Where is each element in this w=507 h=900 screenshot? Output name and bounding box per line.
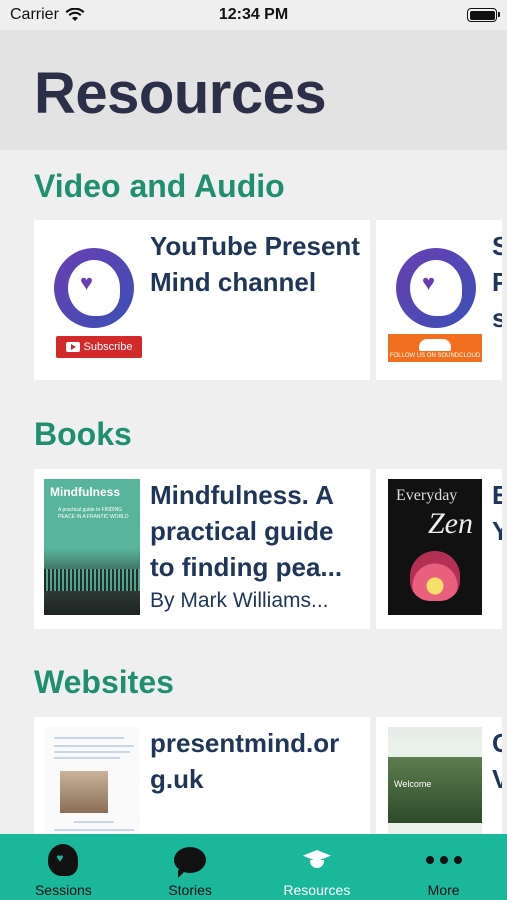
battery-icon: [467, 8, 500, 22]
soundcloud-badge-label: FOLLOW US ON SOUNDCLOUD: [389, 353, 481, 359]
tab-more-label: More: [427, 882, 460, 898]
book-cover-everyday-zen: Everyday Zen: [388, 479, 482, 615]
subscribe-label: Subscribe: [83, 341, 133, 353]
soundcloud-icon: [419, 339, 451, 351]
youtube-card[interactable]: ♥ Subscribe YouTube Present Mind channel: [34, 220, 370, 380]
forest-welcome-text: Welcome: [394, 779, 432, 789]
tab-sessions-label: Sessions: [34, 882, 92, 898]
clock: 12:34 PM: [218, 6, 289, 23]
book-card-everyday-zen[interactable]: Everyday Zen E Y: [376, 469, 502, 629]
graduation-cap-icon: [301, 848, 333, 872]
present-mind-logo-icon: ♥: [396, 248, 476, 328]
chat-bubble-icon: [174, 847, 207, 878]
second-website-title: C V: [492, 728, 502, 794]
tab-stories[interactable]: Stories: [127, 834, 254, 900]
zen-cover-line1: Everyday: [396, 487, 458, 504]
page-header: Resources: [0, 30, 507, 150]
books-row[interactable]: Mindfulness A practical guide to FINDING…: [34, 469, 502, 629]
book-author: By Mark Williams...: [150, 589, 329, 612]
soundcloud-thumbnail: ♥ FOLLOW US ON SOUNDCLOUD: [388, 230, 482, 366]
book-title: Mindfulness. A practical guide to findin…: [150, 480, 343, 582]
book-cover-mindfulness: Mindfulness A practical guide to FINDING…: [44, 479, 140, 615]
book-cover-title: Mindfulness: [50, 485, 121, 499]
soundcloud-card-title: S P s: [492, 231, 502, 333]
youtube-play-icon: [65, 342, 80, 352]
tab-sessions[interactable]: ♥ Sessions: [0, 834, 127, 900]
tab-stories-label: Stories: [168, 882, 212, 898]
website-title: presentmind.org.uk: [150, 728, 340, 794]
tab-resources-label: Resources: [283, 882, 351, 898]
youtube-thumbnail: ♥ Subscribe: [44, 230, 142, 366]
team-photo-icon: [60, 771, 108, 813]
book-card-mindfulness[interactable]: Mindfulness A practical guide to FINDING…: [34, 469, 370, 629]
youtube-card-title: YouTube Present Mind channel: [150, 231, 360, 297]
head-heart-icon: ♥: [48, 844, 79, 876]
book-cover-subtitle: A practical guide to FINDING PEACE IN A …: [58, 507, 129, 520]
youtube-subscribe-badge: Subscribe: [56, 336, 142, 358]
soundcloud-badge: FOLLOW US ON SOUNDCLOUD: [388, 334, 482, 362]
lotus-icon: [410, 551, 460, 601]
page-title: Resources: [34, 61, 327, 126]
soundcloud-card[interactable]: ♥ FOLLOW US ON SOUNDCLOUD S P s: [376, 220, 502, 380]
status-bar: Carrier 12:34 PM: [0, 0, 507, 30]
more-dots-icon: [425, 856, 462, 864]
zen-card-title: E Y: [492, 480, 502, 546]
zen-cover-line2: Zen: [428, 507, 473, 540]
section-title-books: Books: [34, 416, 132, 452]
video-audio-row[interactable]: ♥ Subscribe YouTube Present Mind channel…: [34, 220, 502, 380]
tab-bar: ♥ Sessions Stories Resources More: [0, 834, 507, 900]
tab-resources[interactable]: Resources: [254, 834, 381, 900]
present-mind-logo-icon: ♥: [54, 248, 134, 328]
section-title-video-audio: Video and Audio: [34, 168, 285, 204]
tab-more[interactable]: More: [380, 834, 507, 900]
section-title-websites: Websites: [34, 664, 174, 700]
